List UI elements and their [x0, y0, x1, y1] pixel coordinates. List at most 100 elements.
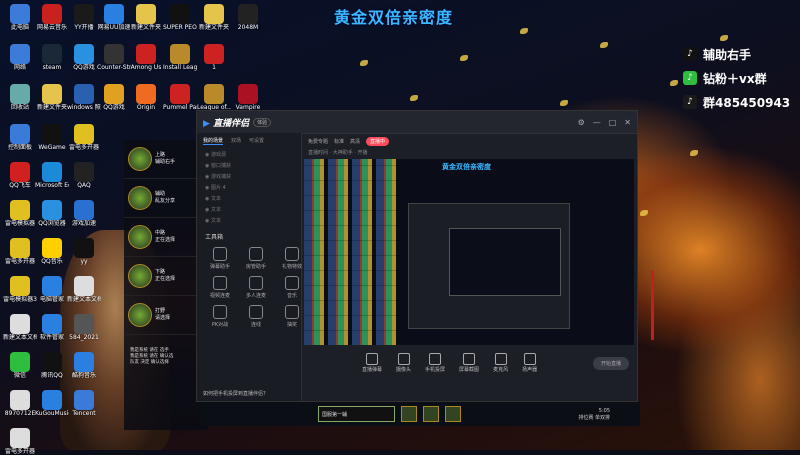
desktop-icon[interactable]: 雷电模拟器3	[3, 276, 37, 303]
desktop-icon[interactable]: 回收站	[6, 84, 34, 111]
desktop-icon[interactable]: 软件管家	[38, 314, 66, 341]
desktop-icon[interactable]: 此电脑	[6, 4, 34, 31]
desktop-icon[interactable]: Vampire	[234, 84, 262, 111]
desktop-icon[interactable]: QAQ	[70, 162, 98, 189]
desktop-icon[interactable]: YY开播	[70, 4, 98, 31]
go-live-button[interactable]: 开始直播	[592, 356, 629, 370]
scene-item[interactable]: ◉ 窗口捕获	[197, 160, 301, 171]
stream-tool-button[interactable]: 直播弹幕	[362, 353, 382, 373]
desktop-icon[interactable]: 网易UU加速	[98, 4, 130, 31]
tool-button[interactable]: 多人连麦	[241, 276, 271, 299]
desktop-icon[interactable]: 584_2021	[69, 314, 99, 341]
desktop-icon[interactable]: 1	[200, 44, 228, 71]
desktop-icon[interactable]: Pummel Party	[163, 84, 197, 111]
desktop-icon[interactable]: Microsoft Edge	[35, 162, 69, 189]
desktop-icon[interactable]: 8970712E	[5, 390, 35, 417]
stream-tool-button[interactable]: 扬声器	[522, 353, 537, 373]
stream-tool-button[interactable]: 麦克风	[493, 353, 508, 373]
preview-tab[interactable]: 免费专题	[308, 138, 328, 145]
desktop-icon[interactable]: SUPER PEOPLE CBT	[163, 4, 197, 31]
desktop-icon[interactable]: Origin	[132, 84, 160, 111]
desktop-icon[interactable]: 2048M	[234, 4, 262, 31]
champion-select-dropdown[interactable]: 国服第一辅	[318, 406, 395, 422]
desktop-icon[interactable]: Install League o...	[163, 44, 197, 71]
tool-button[interactable]: 房管助手	[241, 247, 271, 270]
desktop-icon[interactable]: windows 照片查看器	[67, 84, 101, 111]
desktop-icon[interactable]: Tencent	[70, 390, 98, 417]
desktop-icon[interactable]: yy	[70, 238, 98, 265]
stream-tool-label: 摄像头	[396, 367, 412, 373]
desktop-icon[interactable]: 新建文件夹	[37, 84, 67, 111]
stream-tool-icon	[494, 353, 507, 365]
desktop-icon[interactable]: QQ飞车	[6, 162, 34, 189]
desktop-icon[interactable]: WeGame	[38, 124, 66, 151]
desktop-icon[interactable]: QQ浏览器	[38, 200, 66, 227]
desktop-icon[interactable]: QQ游戏	[70, 44, 98, 71]
tool-button[interactable]: 弹幕助手	[205, 247, 235, 270]
desktop-icon[interactable]: 新建文本文档	[3, 314, 37, 341]
desktop-icon-label: windows 照片查看器	[67, 104, 101, 111]
stream-tool-button[interactable]: 手机投屏	[425, 353, 445, 373]
stream-tool-button[interactable]: 摄像头	[396, 353, 411, 373]
tool-button[interactable]: 视频连麦	[205, 276, 235, 299]
desktop-icon-label: 回收站	[10, 104, 29, 111]
desktop-icon-label: QQ浏览器	[38, 220, 66, 227]
scene-item[interactable]: ◉ 图片 4	[197, 182, 301, 193]
desktop-icon[interactable]: 雷电多开器	[69, 124, 99, 151]
preview-tab[interactable]: 标准	[334, 138, 344, 145]
desktop-icon[interactable]: 酷狗音乐	[70, 352, 98, 379]
desktop-icon[interactable]: steam	[38, 44, 66, 71]
app-logo: ▶ 直播伴侣	[203, 118, 250, 129]
desktop-icon[interactable]: 新建文件夹	[131, 4, 161, 31]
desktop-icon[interactable]: League of...	[197, 84, 231, 111]
app-icon	[10, 352, 30, 372]
app-titlebar: ▶ 直播伴侣 体验 ⚙ — □ ✕	[197, 111, 637, 134]
desktop-icon[interactable]: QQ游戏	[100, 84, 128, 111]
desktop-icon[interactable]: 新建文件夹	[199, 4, 229, 31]
desktop-icon[interactable]: 微信	[6, 352, 34, 379]
desktop-icon[interactable]: 游戏加速	[70, 200, 98, 227]
scene-item[interactable]: ◉ 游戏捕获	[197, 171, 301, 182]
desktop-icon[interactable]: 网易云音乐	[37, 4, 67, 31]
desktop-icon[interactable]: 新建文本文档	[67, 276, 101, 303]
scene-tab[interactable]: 可设置	[249, 137, 264, 145]
desktop-icon[interactable]: 电脑管家	[38, 276, 66, 303]
preview-tab[interactable]: 高清	[350, 138, 360, 145]
app-icon	[42, 84, 62, 104]
settings-icon[interactable]: ⚙	[578, 118, 585, 127]
desktop-icon[interactable]: 雷电多开器	[5, 428, 35, 455]
streaming-app-window[interactable]: ▶ 直播伴侣 体验 ⚙ — □ ✕ 我的场景 双场 可设置 ◉ 游戏源 ◉ 窗口捕获 ◉…	[196, 110, 638, 402]
close-icon[interactable]: ✕	[624, 118, 631, 127]
scene-item[interactable]: ◉ 游戏源	[197, 149, 301, 160]
rune-icon[interactable]	[445, 406, 461, 422]
help-link[interactable]: 如何把手机投屏到直播伴侣?	[203, 390, 266, 397]
summoner-spell-icon[interactable]	[423, 406, 439, 422]
app-icon	[10, 162, 30, 182]
desktop-icon-label: Origin	[136, 104, 156, 111]
scene-item[interactable]: ◉ 文本	[197, 193, 301, 204]
stream-tool-button[interactable]: 屏幕截图	[459, 353, 479, 373]
desktop-icon[interactable]: KuGouMusic	[35, 390, 69, 417]
minimize-icon[interactable]: —	[593, 118, 601, 127]
desktop-icon[interactable]: 雷电模拟器	[5, 200, 35, 227]
scene-item[interactable]: ◉ 文本	[197, 215, 301, 226]
app-icon	[10, 84, 30, 104]
desktop-icon[interactable]: 控制面板	[6, 124, 34, 151]
desktop-icon-label: 游戏加速	[71, 220, 96, 227]
scene-item[interactable]: ◉ 文本	[197, 204, 301, 215]
tool-button[interactable]: PK对战	[205, 305, 235, 328]
desktop-icon[interactable]: Among Us	[131, 44, 161, 71]
desktop-icon[interactable]: 网络	[6, 44, 34, 71]
scene-tab[interactable]: 双场	[231, 137, 241, 145]
summoner-spell-icon[interactable]	[401, 406, 417, 422]
desktop-icon[interactable]: 腾讯QQ	[38, 352, 66, 379]
preview-scrollbar[interactable]	[651, 270, 654, 340]
desktop-icon[interactable]: QQ音乐	[38, 238, 66, 265]
maximize-icon[interactable]: □	[609, 118, 617, 127]
desktop-icon[interactable]: 雷电多开器	[5, 238, 35, 265]
desktop-icon[interactable]: Counter-Strike Global Off...	[97, 44, 131, 71]
stream-preview[interactable]: 黄金双倍亲密度	[304, 159, 634, 345]
app-icon	[10, 390, 30, 410]
scene-tab[interactable]: 我的场景	[203, 137, 224, 145]
tool-button[interactable]: 连线	[241, 305, 271, 328]
